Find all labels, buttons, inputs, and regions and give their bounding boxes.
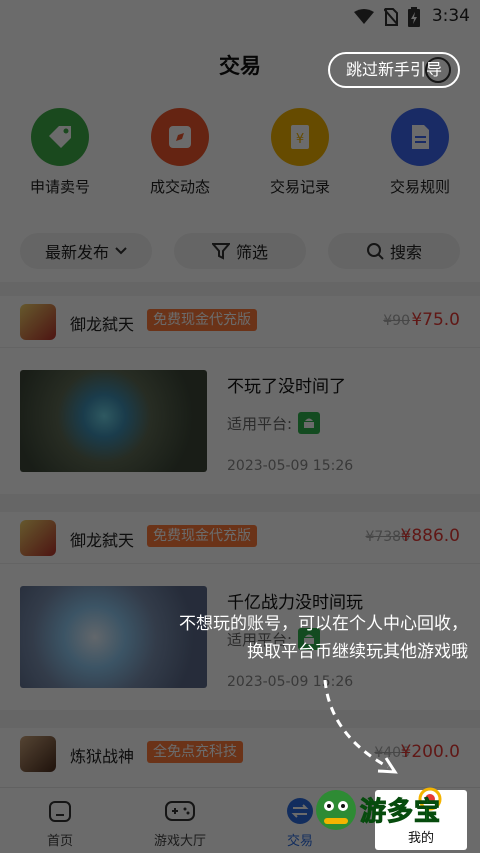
search-label: 搜索 <box>389 243 422 262</box>
tab-game-hall[interactable]: 游戏大厅 <box>120 796 240 849</box>
watermark-text: 游多宝 <box>359 796 442 827</box>
game-icon <box>20 520 56 556</box>
battery-icon <box>408 7 420 27</box>
wifi-icon <box>354 9 374 24</box>
quick-apply-sell[interactable]: 申请卖号 <box>0 108 120 197</box>
listing-date: 2023-05-09 15:26 <box>227 458 354 474</box>
mascot-icon <box>316 790 356 830</box>
skip-guide-button[interactable]: 跳过新手引导 <box>328 52 460 88</box>
no-sim-icon <box>384 8 398 26</box>
quick-label: 成交动态 <box>149 178 210 196</box>
status-icons <box>354 7 420 27</box>
listing-screenshot <box>20 370 207 472</box>
status-bar: 3:34 <box>0 0 480 32</box>
game-tag: 全免点充科技 <box>147 741 243 763</box>
sort-label: 最新发布 <box>44 243 109 262</box>
tab-label: 首页 <box>46 834 73 849</box>
game-name: 御龙弑天 <box>70 315 135 334</box>
sort-dropdown[interactable]: 最新发布 <box>20 233 152 269</box>
filter-label: 筛选 <box>235 243 268 262</box>
price: ¥75.0 <box>411 310 460 330</box>
search-icon <box>366 243 384 260</box>
tab-label: 游戏大厅 <box>153 834 206 849</box>
page-header: 交易 跳过新手引导 <box>0 32 480 98</box>
svg-text:¥: ¥ <box>296 132 304 147</box>
android-icon <box>298 412 321 434</box>
tag-icon <box>31 108 89 166</box>
guide-arrow-icon <box>323 679 398 774</box>
platform-row: 适用平台: <box>227 412 321 434</box>
game-tag: 免费现金代充版 <box>147 525 257 547</box>
watermark-logo: 游多宝 <box>312 780 462 838</box>
listing-card[interactable]: 御龙弑天 免费现金代充版 ¥90 ¥75.0 不玩了没时间了 适用平台: 202… <box>0 296 480 494</box>
game-name: 御龙弑天 <box>70 531 135 550</box>
listing-title: 不玩了没时间了 <box>227 377 346 397</box>
original-price: ¥90 <box>383 313 410 329</box>
platform-label: 适用平台: <box>227 414 293 433</box>
game-icon <box>20 736 56 772</box>
status-time: 3:34 <box>431 6 470 26</box>
guide-line-1: 不想玩的账号，可以在个人中心回收， <box>179 614 468 634</box>
quick-label: 申请卖号 <box>29 178 90 196</box>
game-tag: 免费现金代充版 <box>147 309 257 331</box>
quick-trade-records[interactable]: ¥ 交易记录 <box>240 108 360 197</box>
guide-line-2: 换取平台币继续玩其他游戏哦 <box>247 642 468 662</box>
listing-header: 御龙弑天 免费现金代充版 ¥7380 ¥886.0 <box>0 512 480 564</box>
quick-trade-rules[interactable]: 交易规则 <box>360 108 480 197</box>
listing-header: 御龙弑天 免费现金代充版 ¥90 ¥75.0 <box>0 296 480 348</box>
game-name: 炼狱战神 <box>70 747 135 766</box>
chevron-down-icon <box>115 247 127 255</box>
quick-label: 交易记录 <box>269 178 330 196</box>
search-button[interactable]: 搜索 <box>328 233 460 269</box>
compass-icon <box>151 108 209 166</box>
document-icon <box>391 108 449 166</box>
filter-bar: 最新发布 筛选 搜索 <box>0 218 480 282</box>
receipt-icon: ¥ <box>271 108 329 166</box>
quick-deal-feed[interactable]: 成交动态 <box>120 108 240 197</box>
filter-button[interactable]: 筛选 <box>174 233 306 269</box>
guide-message: 不想玩的账号，可以在个人中心回收， 换取平台币继续玩其他游戏哦 <box>120 610 480 666</box>
tab-home[interactable]: 首页 <box>0 796 120 849</box>
game-icon <box>20 304 56 340</box>
gamepad-icon <box>165 801 195 821</box>
home-icon <box>49 801 71 822</box>
exchange-icon <box>287 798 313 824</box>
price: ¥886.0 <box>400 526 460 546</box>
quick-label: 交易规则 <box>389 178 450 196</box>
funnel-icon <box>211 243 230 260</box>
quick-actions: 申请卖号 成交动态 ¥ 交易记录 交易规则 <box>0 98 480 218</box>
